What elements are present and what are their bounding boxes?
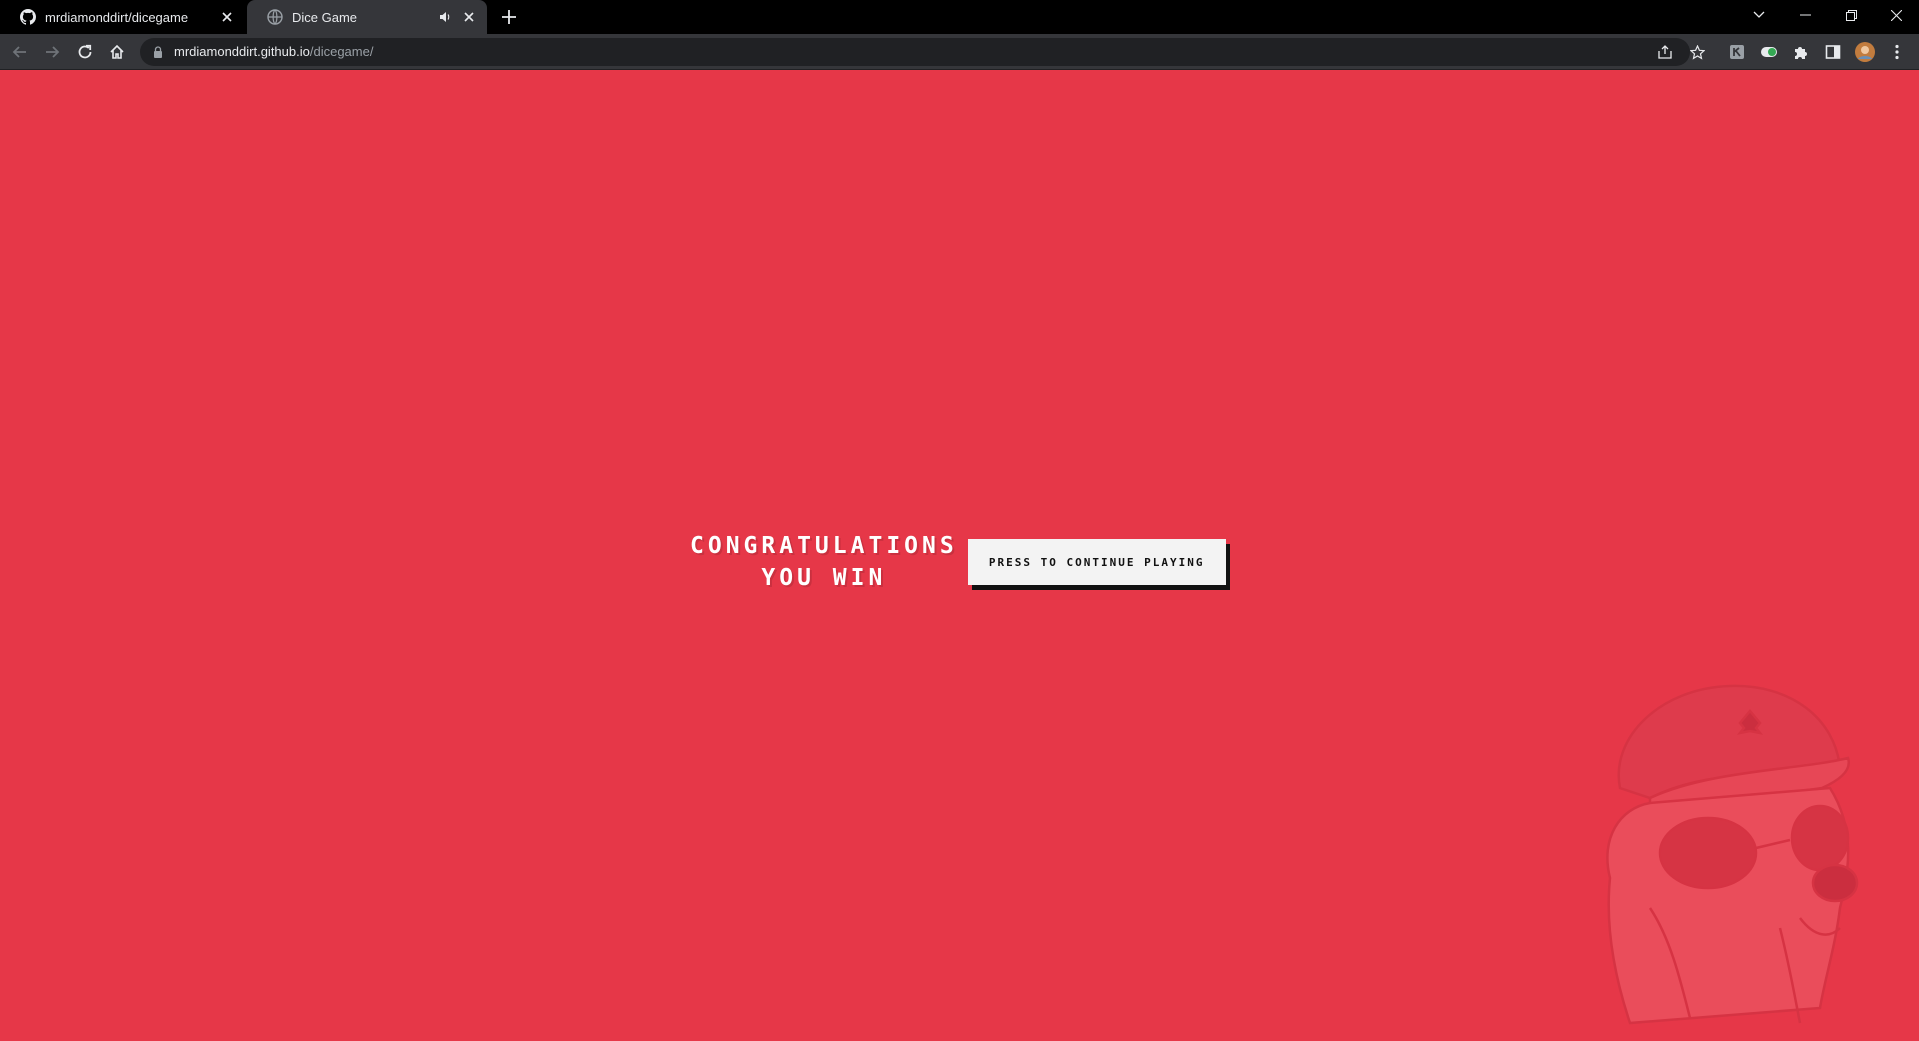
back-button[interactable] <box>8 40 32 64</box>
home-button[interactable] <box>105 40 129 64</box>
win-message: CONGRATULATIONS YOU WIN <box>690 530 958 594</box>
share-icon[interactable] <box>1657 44 1673 60</box>
menu-kebab-icon[interactable] <box>1887 42 1907 62</box>
address-bar[interactable]: mrdiamonddirt.github.io/dicegame/ <box>140 38 1705 66</box>
extension-k-icon[interactable] <box>1727 42 1747 62</box>
tab-strip: mrdiamonddirt/dicegame Dice Game <box>0 0 1919 34</box>
speaker-icon[interactable] <box>437 9 453 25</box>
side-panel-icon[interactable] <box>1823 42 1843 62</box>
close-icon[interactable] <box>461 9 477 25</box>
minimize-button[interactable] <box>1782 0 1828 30</box>
url-text: mrdiamonddirt.github.io/dicegame/ <box>174 44 373 59</box>
url-path: /dicegame/ <box>309 44 374 59</box>
forward-button[interactable] <box>40 40 64 64</box>
close-icon[interactable] <box>219 9 235 25</box>
arrow-right-icon <box>46 46 60 58</box>
plus-icon <box>502 10 516 24</box>
continue-playing-button[interactable]: PRESS TO CONTINUE PLAYING <box>967 539 1226 585</box>
github-icon <box>20 9 36 25</box>
win-panel: CONGRATULATIONS YOU WIN PRESS TO CONTINU… <box>690 530 1226 594</box>
close-window-button[interactable] <box>1873 0 1919 30</box>
chevron-down-icon <box>1753 11 1765 18</box>
new-tab-button[interactable] <box>500 8 518 26</box>
lock-icon <box>154 46 162 58</box>
restore-icon <box>1845 9 1857 21</box>
tab-title: Dice Game <box>292 9 358 25</box>
game-page: CONGRATULATIONS YOU WIN PRESS TO CONTINU… <box>0 70 1919 1041</box>
close-icon <box>1890 9 1902 21</box>
you-win-text: YOU WIN <box>761 565 887 591</box>
reload-button[interactable] <box>73 40 97 64</box>
bookmark-star-icon[interactable] <box>1689 44 1705 60</box>
extension-toggle-icon[interactable] <box>1759 42 1779 62</box>
browser-toolbar: mrdiamonddirt.github.io/dicegame/ <box>0 34 1919 70</box>
puzzle-icon[interactable] <box>1791 42 1811 62</box>
tab-github-repo[interactable]: mrdiamonddirt/dicegame <box>0 0 245 34</box>
arrow-left-icon <box>12 46 26 58</box>
reload-icon <box>78 44 92 59</box>
url-host: mrdiamonddirt.github.io <box>174 44 310 59</box>
tab-title: mrdiamonddirt/dicegame <box>45 9 189 25</box>
congratulations-text: CONGRATULATIONS <box>690 533 958 559</box>
restore-button[interactable] <box>1828 0 1874 30</box>
minimize-icon <box>1799 14 1811 16</box>
tab-dice-game[interactable]: Dice Game <box>247 0 487 34</box>
avatar[interactable] <box>1855 42 1875 62</box>
dog-mascot-icon <box>1606 684 1859 1025</box>
tab-search-button[interactable] <box>1736 0 1782 30</box>
home-icon <box>110 44 124 59</box>
globe-icon <box>267 9 283 25</box>
